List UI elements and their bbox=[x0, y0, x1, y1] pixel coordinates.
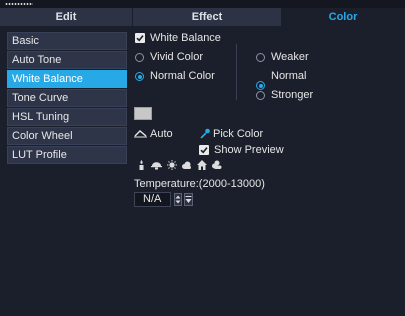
normal-strength-label: Normal bbox=[271, 70, 307, 82]
sidebar-item-tone-curve[interactable]: Tone Curve bbox=[7, 89, 127, 107]
preset-row bbox=[136, 160, 222, 170]
show-preview-checkbox[interactable] bbox=[199, 145, 209, 155]
tab-edit[interactable]: Edit bbox=[0, 8, 133, 26]
tab-effect[interactable]: Effect bbox=[133, 8, 281, 26]
daylight-icon[interactable] bbox=[166, 160, 177, 170]
vivid-color-radio[interactable] bbox=[135, 53, 144, 62]
sidebar-item-color-wheel[interactable]: Color Wheel bbox=[7, 127, 127, 145]
overcast-icon[interactable] bbox=[211, 160, 222, 170]
divider bbox=[236, 44, 237, 100]
tab-color[interactable]: Color bbox=[281, 8, 405, 26]
temperature-label: Temperature:(2000-13000) bbox=[134, 178, 265, 190]
sidebar-item-lut-profile[interactable]: LUT Profile bbox=[7, 146, 127, 164]
weaker-radio[interactable] bbox=[256, 53, 265, 62]
grip-dots-icon[interactable] bbox=[5, 3, 33, 5]
window-title-strip bbox=[0, 0, 405, 8]
chevron-down-icon bbox=[185, 196, 192, 203]
pick-color-label[interactable]: Pick Color bbox=[213, 128, 263, 140]
checkmark-icon bbox=[200, 147, 208, 154]
weaker-label: Weaker bbox=[271, 51, 309, 63]
sidebar-item-white-balance[interactable]: White Balance bbox=[7, 70, 127, 88]
shade-icon[interactable] bbox=[196, 160, 207, 170]
eyedropper-icon[interactable] bbox=[200, 128, 210, 142]
normal-color-radio[interactable] bbox=[135, 72, 144, 81]
cloudy-icon[interactable] bbox=[181, 160, 192, 170]
white-balance-checkbox[interactable] bbox=[135, 33, 145, 43]
show-preview-label: Show Preview bbox=[214, 144, 284, 156]
sidebar-item-hsl-tuning[interactable]: HSL Tuning bbox=[7, 108, 127, 126]
vivid-color-label: Vivid Color bbox=[150, 51, 203, 63]
temperature-input[interactable]: N/A bbox=[134, 192, 171, 207]
normal-color-label: Normal Color bbox=[150, 70, 215, 82]
auto-label[interactable]: Auto bbox=[150, 128, 173, 140]
sidebar-item-auto-tone[interactable]: Auto Tone bbox=[7, 51, 127, 69]
stronger-label: Stronger bbox=[271, 89, 314, 101]
candle-icon[interactable] bbox=[136, 160, 147, 170]
white-balance-label: White Balance bbox=[150, 32, 221, 44]
auto-icon[interactable] bbox=[134, 129, 147, 141]
stronger-radio[interactable] bbox=[256, 91, 265, 100]
incandescent-icon[interactable] bbox=[151, 160, 162, 170]
normal-strength-radio[interactable] bbox=[256, 81, 265, 90]
tab-bar: Edit Effect Color bbox=[0, 8, 405, 26]
color-swatch[interactable] bbox=[134, 107, 152, 120]
checkmark-icon bbox=[136, 35, 144, 42]
sidebar: Basic Auto Tone White Balance Tone Curve… bbox=[7, 32, 127, 165]
temperature-stepper[interactable] bbox=[174, 193, 182, 206]
temperature-dropdown-button[interactable] bbox=[184, 193, 193, 206]
sidebar-item-basic[interactable]: Basic bbox=[7, 32, 127, 50]
